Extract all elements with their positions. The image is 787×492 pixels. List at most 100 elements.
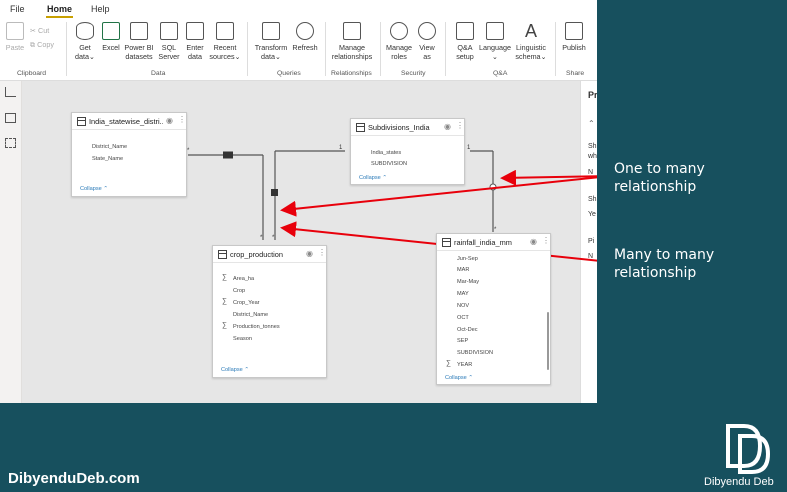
field-item[interactable]: NOV: [457, 303, 469, 309]
tab-help[interactable]: Help: [91, 4, 110, 14]
ribbon: Paste ✂ Cut ⧉ Copy Clipboard Get data⌄ E…: [0, 18, 597, 81]
collapse-link[interactable]: Collapse ⌃: [80, 186, 108, 192]
table-card-india-statewise[interactable]: India_statewise_distri... ◉ ⋮ District_N…: [71, 112, 187, 197]
qa-group-label: Q&A: [493, 70, 508, 77]
transform-data-icon: [262, 22, 280, 40]
visibility-eye-icon[interactable]: ◉: [444, 122, 451, 131]
paste-button[interactable]: Paste: [4, 22, 26, 52]
field-item[interactable]: MAY: [457, 291, 469, 297]
cardinality-one: 1: [467, 145, 471, 151]
table-card-header[interactable]: India_statewise_distri... ◉ ⋮: [72, 113, 186, 130]
more-options-icon[interactable]: ⋮: [456, 121, 464, 130]
field-item[interactable]: OCT: [457, 315, 469, 321]
ribbon-separator: [247, 22, 248, 76]
ribbon-separator: [445, 22, 446, 76]
table-icon: [218, 250, 227, 259]
relationships-group-label: Relationships: [331, 70, 372, 77]
sql-server-button[interactable]: SQL Server: [157, 22, 181, 61]
field-item[interactable]: Season: [233, 336, 252, 342]
sql-server-icon: [160, 22, 178, 40]
refresh-button[interactable]: Refresh: [291, 22, 319, 52]
field-item[interactable]: Mar-May: [457, 279, 479, 285]
tab-file[interactable]: File: [10, 4, 25, 14]
table-icon: [356, 123, 365, 132]
data-view-icon[interactable]: [5, 113, 16, 123]
field-item[interactable]: Area_ha: [233, 276, 254, 282]
many-to-many-annotation: Many to many relationship: [614, 247, 715, 281]
security-group-label: Security: [401, 70, 426, 77]
field-item[interactable]: District_Name: [92, 144, 127, 150]
share-group-label: Share: [566, 70, 585, 77]
ribbon-separator: [380, 22, 381, 76]
collapse-chevron-icon[interactable]: ⌃: [588, 119, 595, 128]
field-item[interactable]: SUBDIVISION: [371, 161, 407, 167]
field-item[interactable]: District_Name: [233, 312, 268, 318]
queries-group-label: Queries: [277, 70, 301, 77]
field-item[interactable]: India_states: [371, 150, 401, 156]
field-item[interactable]: MAR: [457, 267, 469, 273]
table-card-header[interactable]: crop_production ◉ ⋮: [213, 246, 326, 263]
manage-relationships-button[interactable]: Manage relationships: [329, 22, 375, 61]
field-item[interactable]: State_Name: [92, 156, 123, 162]
field-item[interactable]: Crop_Year: [233, 300, 260, 306]
visibility-eye-icon[interactable]: ◉: [530, 237, 537, 246]
cut-button[interactable]: ✂ Cut: [30, 26, 49, 35]
field-item[interactable]: SEP: [457, 338, 468, 344]
field-item[interactable]: YEAR: [457, 362, 472, 368]
field-item[interactable]: Production_tonnes: [233, 324, 280, 330]
field-item[interactable]: Oct-Dec: [457, 327, 478, 333]
model-view-icon[interactable]: [5, 138, 16, 148]
data-group-label: Data: [151, 70, 166, 77]
table-card-crop-production[interactable]: crop_production ◉ ⋮ ∑ Area_ha Crop ∑ Cro…: [212, 245, 327, 378]
visibility-eye-icon[interactable]: ◉: [306, 249, 313, 258]
view-as-button[interactable]: View as: [416, 22, 438, 61]
excel-button[interactable]: Excel: [100, 22, 122, 52]
table-card-subdivisions-india[interactable]: Subdivisions_India ◉ ⋮ India_states SUBD…: [350, 118, 465, 185]
visibility-eye-icon[interactable]: ◉: [166, 116, 173, 125]
table-title: Subdivisions_India: [368, 123, 430, 132]
field-item[interactable]: Jun-Sep: [457, 256, 478, 262]
ribbon-separator: [555, 22, 556, 76]
language-button[interactable]: Language ⌄: [478, 22, 512, 61]
language-icon: [486, 22, 504, 40]
qa-setup-button[interactable]: Q&A setup: [452, 22, 478, 61]
refresh-icon: [296, 22, 314, 40]
table-card-header[interactable]: rainfall_india_mm ◉ ⋮: [437, 234, 550, 251]
qa-setup-icon: [456, 22, 474, 40]
more-options-icon[interactable]: ⋮: [178, 115, 186, 124]
field-item[interactable]: Crop: [233, 288, 245, 294]
publish-button[interactable]: Publish: [559, 22, 589, 52]
cardinality-one: 1: [339, 145, 343, 151]
dataset-icon: [130, 22, 148, 40]
collapse-link[interactable]: Collapse ⌃: [445, 375, 473, 381]
enter-data-button[interactable]: Enter data: [183, 22, 207, 61]
collapse-link[interactable]: Collapse ⌃: [221, 367, 249, 373]
recent-sources-button[interactable]: Recent sources⌄: [209, 22, 241, 61]
sum-icon: ∑: [222, 322, 227, 329]
manage-roles-button[interactable]: Manage roles: [385, 22, 413, 61]
field-item[interactable]: SUBDIVISION: [457, 350, 493, 356]
collapse-link[interactable]: Collapse ⌃: [359, 175, 387, 181]
table-card-rainfall-india-mm[interactable]: rainfall_india_mm ◉ ⋮ Jun-Sep MAR Mar-Ma…: [436, 233, 551, 385]
scrollbar[interactable]: [547, 312, 549, 370]
one-to-many-annotation: One to many relationship: [614, 161, 705, 195]
copy-button[interactable]: ⧉ Copy: [30, 40, 54, 50]
view-switcher-rail: [0, 81, 22, 403]
transform-data-button[interactable]: Transform data⌄: [253, 22, 289, 61]
view-as-icon: [418, 22, 436, 40]
publish-icon: [565, 22, 583, 40]
tab-home[interactable]: Home: [47, 4, 72, 14]
report-view-icon[interactable]: [5, 87, 16, 97]
recent-sources-icon: [216, 22, 234, 40]
paste-icon: [6, 22, 24, 40]
more-options-icon[interactable]: ⋮: [318, 248, 326, 257]
get-data-button[interactable]: Get data⌄: [72, 22, 98, 61]
more-options-icon[interactable]: ⋮: [542, 236, 550, 245]
author-name: Dibyendu Deb: [704, 476, 774, 488]
table-icon: [442, 238, 451, 247]
database-icon: [76, 22, 94, 40]
menu-bar: File Home Help: [0, 0, 597, 18]
power-bi-datasets-button[interactable]: Power BI datasets: [123, 22, 155, 61]
table-card-header[interactable]: Subdivisions_India ◉ ⋮: [351, 119, 464, 136]
linguistic-schema-button[interactable]: A Linguistic schema⌄: [513, 22, 549, 61]
